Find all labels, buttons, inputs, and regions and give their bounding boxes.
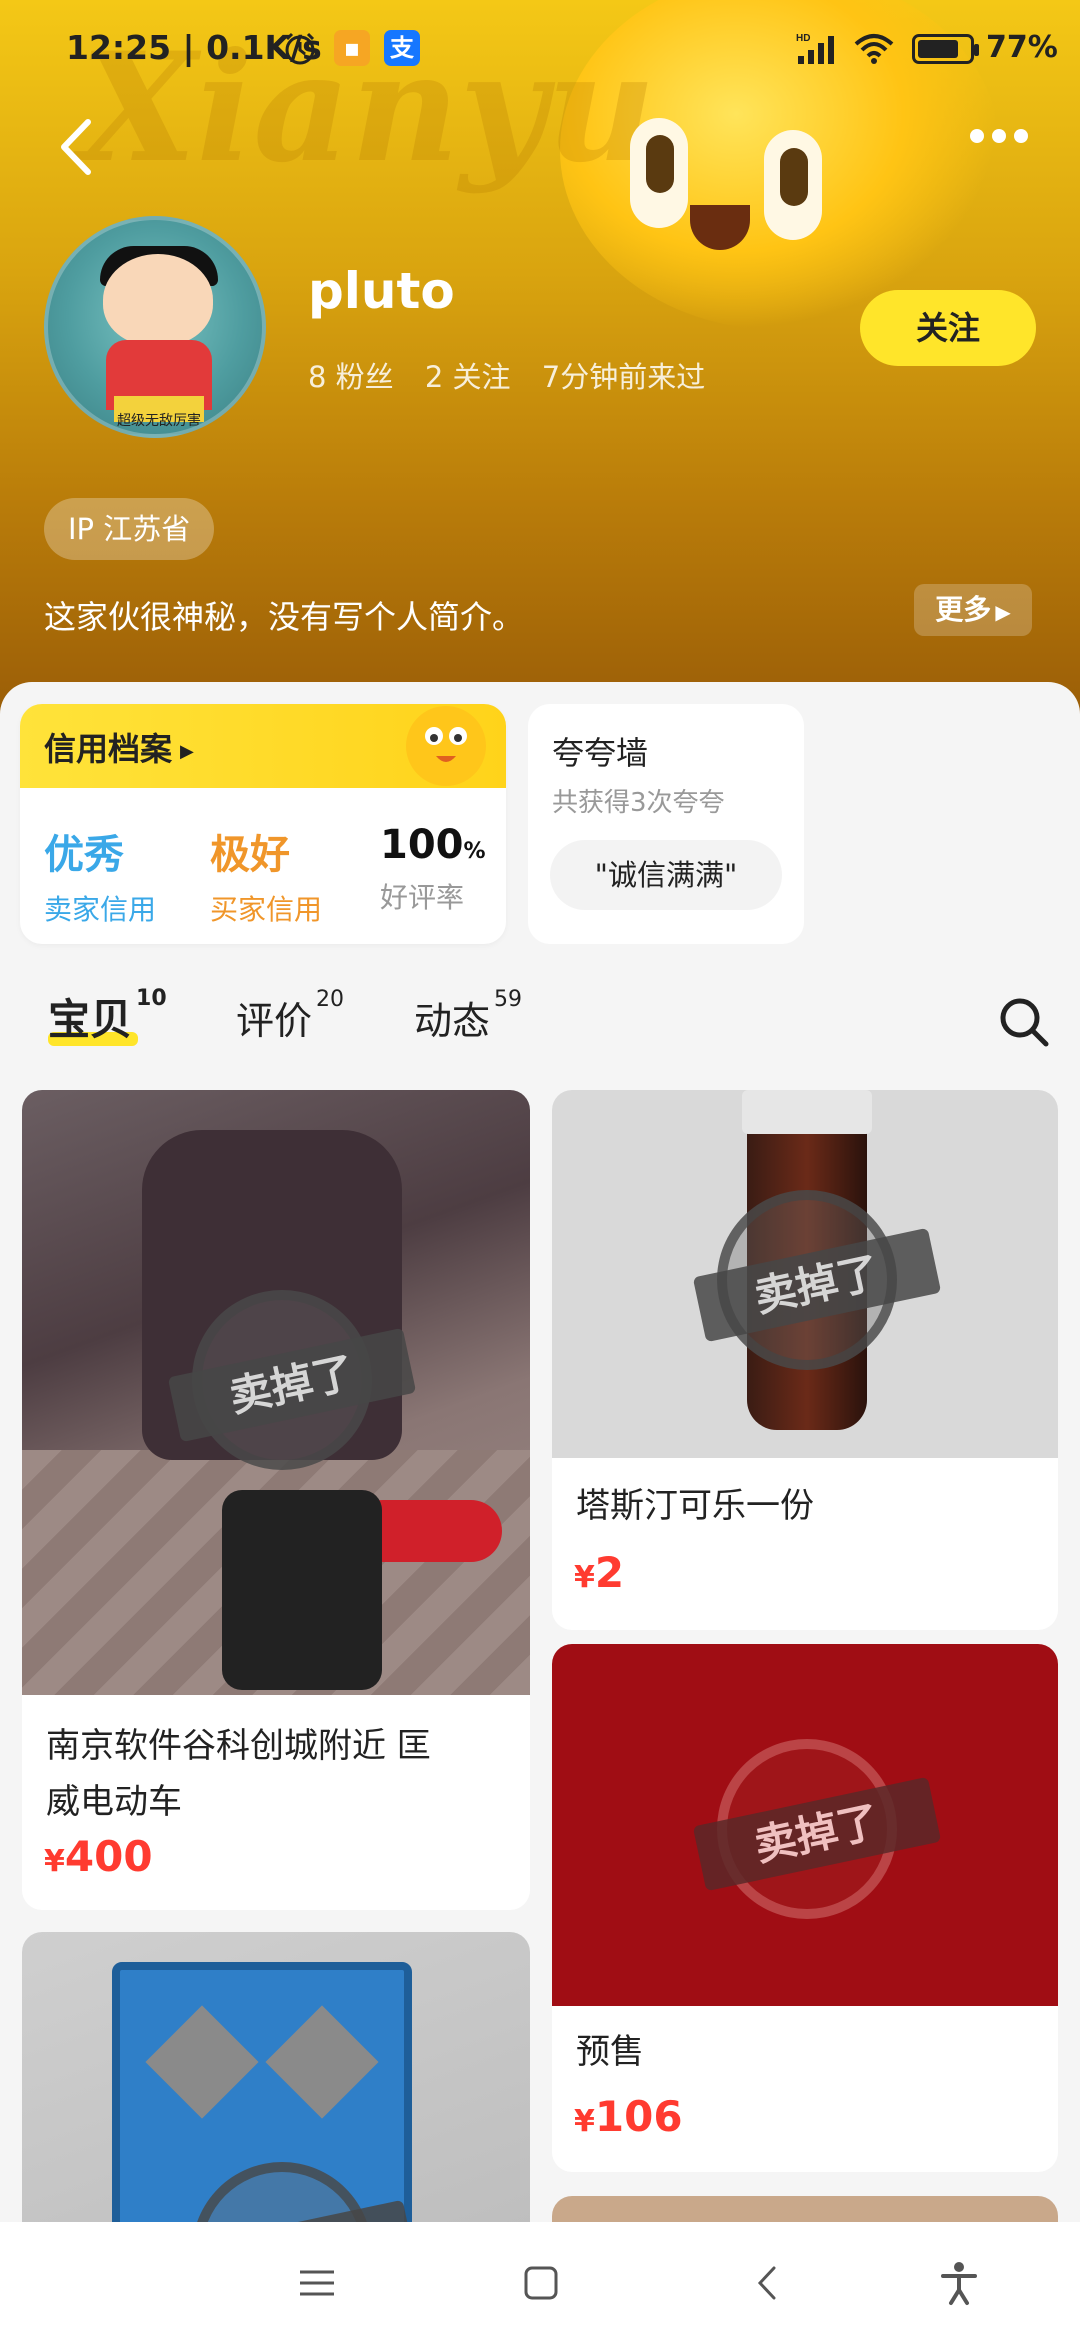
menu-icon[interactable] [292, 2258, 342, 2308]
back-button[interactable] [50, 112, 110, 182]
more-options-button[interactable] [970, 128, 1040, 158]
battery-percentage: 77% [986, 30, 1058, 65]
product-card[interactable]: 卖掉了 预售 ¥106 [552, 1644, 1058, 2172]
last-seen: 7分钟前来过 [541, 360, 706, 394]
tab-items[interactable]: 宝贝 10 [48, 986, 167, 1047]
product-card[interactable] [552, 2196, 1058, 2222]
mascot-pupil-left [646, 135, 674, 193]
product-image: 卖掉了 [22, 1090, 530, 1695]
product-price: ¥2 [574, 1548, 625, 1597]
praise-wall-subtitle: 共获得3次夸夸 [552, 788, 725, 818]
product-card[interactable]: 卖掉了 南京软件谷科创城附近 匡 威电动车 ¥400 [22, 1090, 530, 1910]
back-nav-icon[interactable] [744, 2258, 794, 2308]
product-price: ¥400 [44, 1832, 153, 1881]
product-title: 南京软件谷科创城附近 匡 威电动车 [46, 1726, 431, 1822]
profile-tabs: 宝贝 10 评价 20 动态 59 [0, 982, 1080, 1062]
search-icon[interactable] [996, 994, 1052, 1050]
alipay-notification-icon: 支 [384, 30, 420, 66]
content-panel: 信用档案 ▶ 优秀 卖家信用 极好 买家信用 100% 好评率 夸夸墙 共获得3次… [0, 682, 1080, 2222]
signal-icon: HD [796, 33, 834, 64]
sold-stamp: 卖掉了 [167, 1290, 417, 1470]
product-title: 预售 [576, 2032, 644, 2072]
sold-stamp: 卖掉了 [692, 1190, 942, 1370]
bio-text: 这家伙很神秘，没有写个人简介。 [44, 598, 525, 636]
alarm-icon [285, 32, 315, 65]
profile-stats: 8 粉丝 2 关注 7分钟前来过 [308, 354, 727, 396]
home-icon[interactable] [516, 2258, 566, 2308]
dot-icon [970, 129, 984, 143]
product-image: 卖掉了 [552, 1090, 1058, 1458]
accessibility-icon[interactable] [934, 2258, 984, 2308]
product-price: ¥106 [574, 2092, 683, 2141]
product-image: 卖掉了 [552, 1644, 1058, 2006]
credit-title: 信用档案 ▶ [44, 730, 194, 768]
caret-right-icon: ▶ [180, 740, 194, 762]
followers-count[interactable]: 8 粉丝 [308, 360, 394, 394]
dot-icon [992, 129, 1006, 143]
mascot-chick-icon [406, 706, 486, 786]
sold-stamp: 卖掉了 [692, 1739, 942, 1919]
more-label: 更多 [935, 593, 992, 626]
more-bio-button[interactable]: 更多 ▶ [914, 584, 1032, 636]
praise-wall-card[interactable]: 夸夸墙 共获得3次夸夸 "诚信满满" [528, 704, 804, 944]
mascot-pupil-right [780, 148, 808, 206]
product-image: 卖掉了 [22, 1932, 530, 2222]
credit-profile-card[interactable]: 信用档案 ▶ 优秀 卖家信用 极好 买家信用 100% 好评率 [20, 704, 506, 944]
profile-header: Xianyu 12:25 | 0.1K/s ▪ 支 HD 77% 超级无敌厉害 … [0, 0, 1080, 720]
seller-credit: 优秀 卖家信用 [44, 832, 157, 926]
tab-reviews[interactable]: 评价 20 [236, 987, 344, 1045]
ip-location-tag: IP 江苏省 [44, 498, 215, 560]
praise-wall-title: 夸夸墙 [552, 734, 649, 772]
system-navigation-bar [0, 2222, 1080, 2340]
status-bar: 12:25 | 0.1K/s ▪ 支 HD 77% [0, 0, 1080, 100]
dot-icon [1014, 129, 1028, 143]
battery-icon [912, 34, 979, 64]
avatar-caption: 超级无敌厉害 [117, 413, 201, 429]
product-card[interactable]: 卖掉了 塔斯汀可乐一份 ¥2 [552, 1090, 1058, 1630]
product-card[interactable]: 卖掉了 [22, 1932, 530, 2222]
username: pluto [308, 262, 455, 320]
follow-button[interactable]: 关注 [860, 290, 1036, 366]
buyer-credit: 极好 买家信用 [210, 832, 323, 926]
product-title: 塔斯汀可乐一份 [576, 1486, 814, 1526]
caret-right-icon: ▶ [995, 600, 1011, 624]
svg-text:HD: HD [796, 33, 810, 44]
wifi-icon [854, 34, 894, 64]
positive-rating: 100% 好评率 [380, 822, 486, 914]
avatar[interactable]: 超级无敌厉害 [44, 216, 266, 438]
following-count[interactable]: 2 关注 [425, 360, 511, 394]
chat-notification-icon: ▪ [334, 30, 370, 66]
tab-activity[interactable]: 动态 59 [414, 987, 522, 1045]
praise-chip: "诚信满满" [550, 840, 782, 910]
